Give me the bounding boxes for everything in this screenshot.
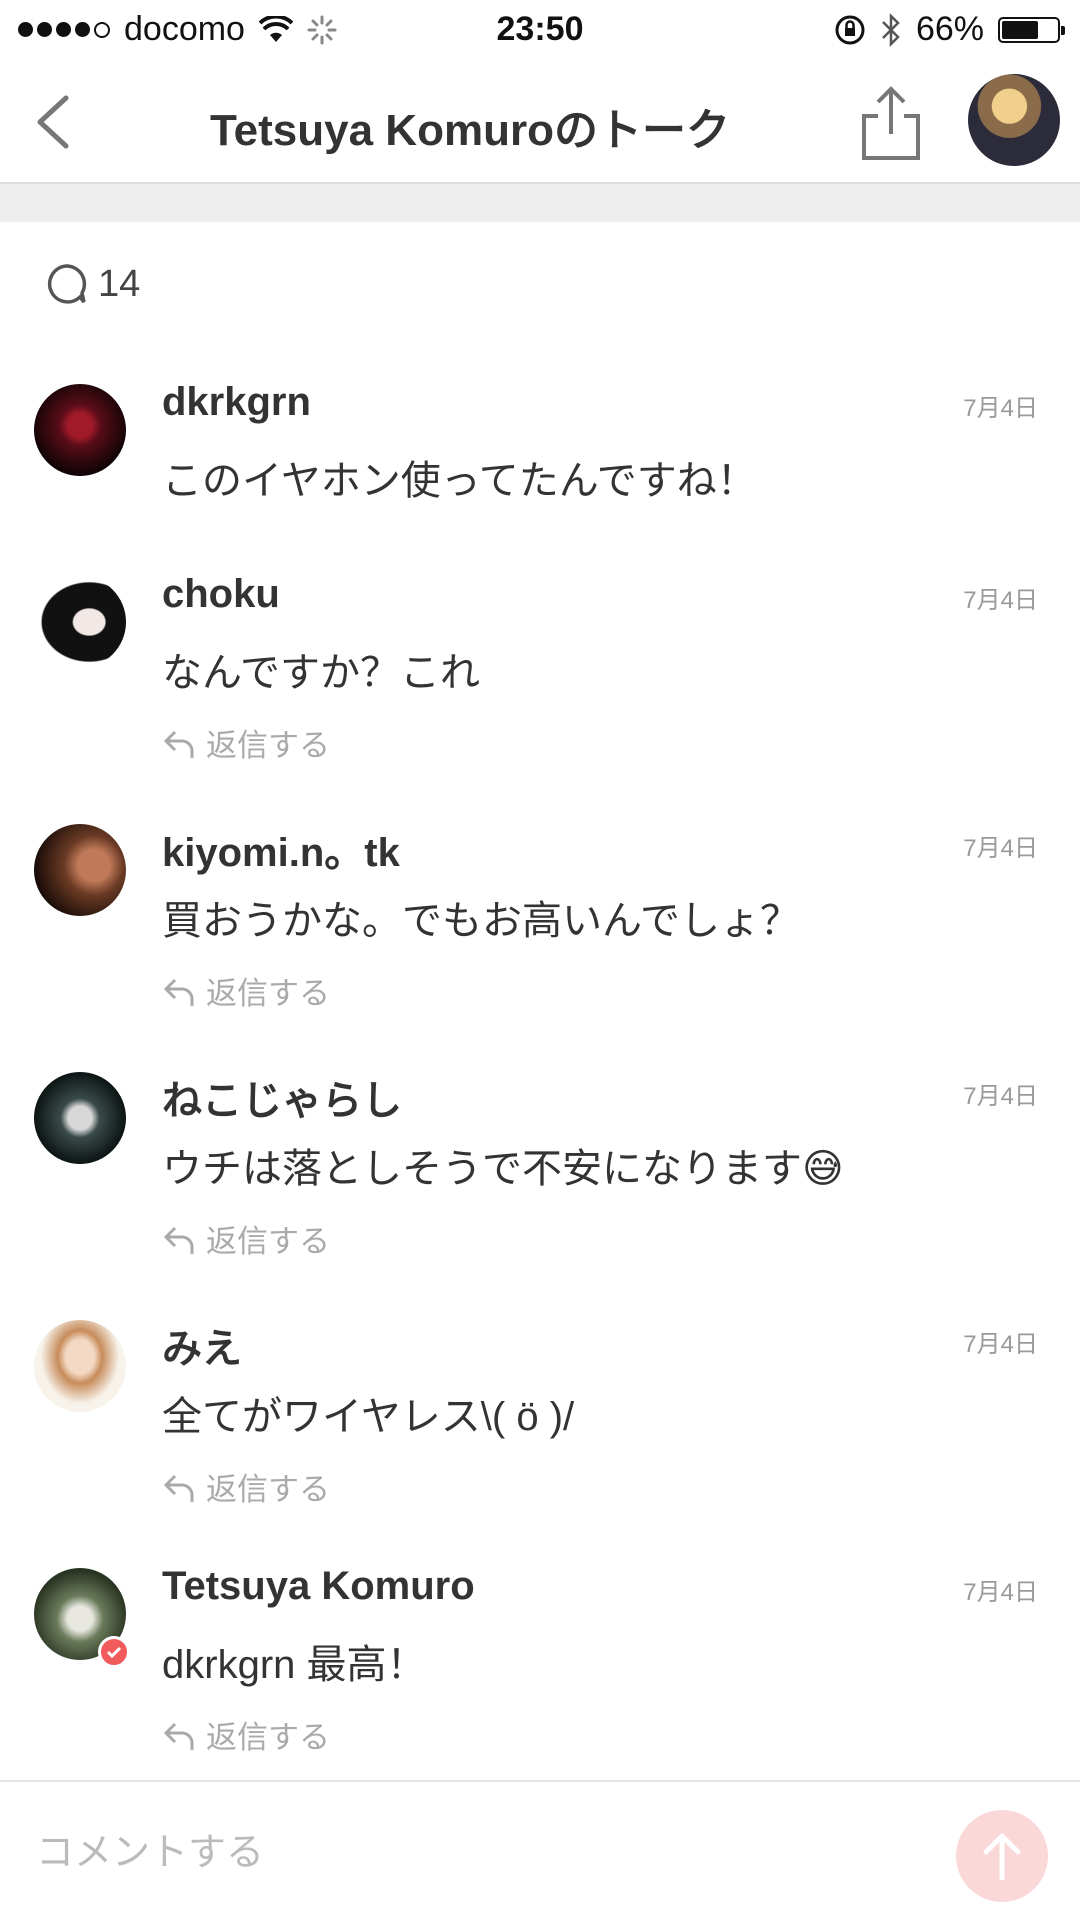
comment-author[interactable]: choku xyxy=(162,572,280,617)
comment-date: 7月4日 xyxy=(963,395,1038,422)
nav-bar: Tetsuya Komuroのトーク xyxy=(0,60,1080,184)
bluetooth-icon xyxy=(882,12,900,47)
reply-button[interactable]: 返信する xyxy=(162,968,330,1013)
comment-text: このイヤホン使ってたんですね！ xyxy=(162,459,757,503)
comment-author[interactable]: みえ xyxy=(162,1316,242,1374)
reply-button[interactable]: 返信する xyxy=(162,1464,330,1509)
comment-text: なんですか？これ xyxy=(162,651,480,695)
reply-label: 返信する xyxy=(206,1224,330,1259)
arrow-up-icon xyxy=(983,1833,1021,1881)
comment-date: 7月4日 xyxy=(963,1579,1038,1606)
avatar[interactable] xyxy=(34,1072,126,1164)
rotation-lock-icon xyxy=(835,15,865,44)
reply-label: 返信する xyxy=(206,1472,330,1507)
reply-button[interactable]: 返信する xyxy=(162,1712,330,1757)
comment-date: 7月4日 xyxy=(963,587,1038,614)
battery-fill xyxy=(1002,20,1038,39)
share-button[interactable] xyxy=(856,84,926,164)
avatar[interactable] xyxy=(34,576,126,668)
comment-input[interactable] xyxy=(34,1822,898,1884)
reply-arrow-icon xyxy=(163,1474,194,1502)
comment-date: 7月4日 xyxy=(963,1083,1038,1110)
comment-text: ウチは落としそうで不安になります😅 xyxy=(162,1147,844,1191)
battery-percent: 66% xyxy=(915,10,984,48)
reply-arrow-icon xyxy=(163,1226,194,1254)
send-button[interactable] xyxy=(956,1810,1048,1902)
reply-label: 返信する xyxy=(206,728,330,763)
back-button[interactable] xyxy=(28,92,78,152)
reply-arrow-icon xyxy=(163,730,194,758)
comment-text: 全てがワイヤレス\( ö )/ xyxy=(162,1395,575,1439)
comment-date: 7月4日 xyxy=(963,1331,1038,1358)
verified-badge-icon xyxy=(98,1636,130,1668)
header-divider-band xyxy=(0,184,1080,222)
comment-count-value: 14 xyxy=(98,262,141,305)
speech-bubble-icon xyxy=(47,264,87,304)
battery-icon xyxy=(998,16,1065,43)
avatar[interactable] xyxy=(34,1320,126,1412)
share-icon xyxy=(862,86,920,160)
comment-count: 14 xyxy=(44,262,140,306)
status-bar: docomo 23:50 66% xyxy=(0,0,1080,60)
chevron-left-icon xyxy=(37,95,69,149)
status-right: 66% xyxy=(834,10,1065,49)
comment-composer xyxy=(0,1780,1080,1922)
comment-author[interactable]: dkrkgrn xyxy=(162,380,311,425)
reply-button[interactable]: 返信する xyxy=(162,720,330,765)
avatar[interactable] xyxy=(34,824,126,916)
reply-label: 返信する xyxy=(206,976,330,1011)
comment-author[interactable]: ねこじゃらし xyxy=(162,1068,402,1126)
reply-label: 返信する xyxy=(206,1720,330,1755)
reply-arrow-icon xyxy=(163,1722,194,1750)
comment-text: 買おうかな。でもお高いんでしょ？ xyxy=(162,899,800,943)
page-title: Tetsuya Komuroのトーク xyxy=(210,106,730,155)
reply-arrow-icon xyxy=(163,978,194,1006)
comment-author[interactable]: kiyomi.n。tk xyxy=(162,820,400,878)
comment-date: 7月4日 xyxy=(963,835,1038,862)
profile-avatar[interactable] xyxy=(968,74,1060,166)
comment-author[interactable]: Tetsuya Komuro xyxy=(162,1564,475,1609)
reply-button[interactable]: 返信する xyxy=(162,1216,330,1261)
avatar[interactable] xyxy=(34,384,126,476)
comment-text: dkrkgrn 最高！ xyxy=(162,1643,427,1687)
